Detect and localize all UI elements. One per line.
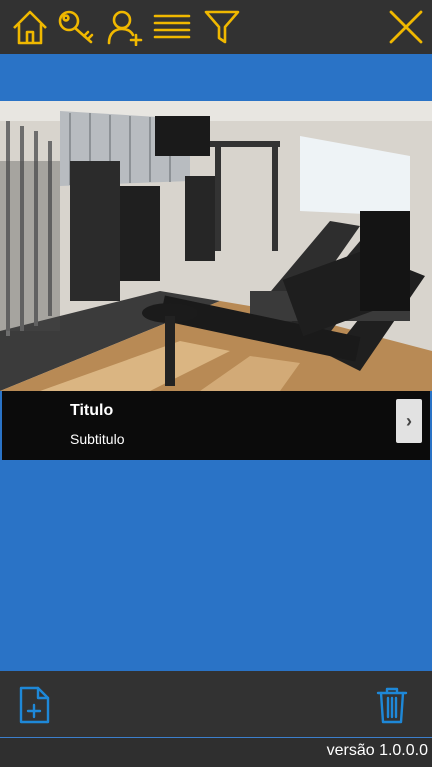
chevron-right-icon[interactable]: ›: [396, 399, 422, 443]
item-card[interactable]: Titulo Subtitulo ›: [0, 101, 432, 460]
card-caption: Titulo Subtitulo ›: [2, 391, 430, 460]
key-icon[interactable]: [57, 8, 95, 46]
card-title: Titulo: [70, 402, 114, 419]
home-icon[interactable]: [11, 8, 49, 46]
add-user-icon[interactable]: [106, 8, 144, 46]
content-area: Titulo Subtitulo ›: [0, 54, 432, 671]
footer: versão 1.0.0.0: [0, 738, 432, 767]
card-subtitle: Subtitulo: [70, 431, 125, 447]
gym-photo: [0, 101, 432, 391]
version-label: versão 1.0.0.0: [326, 742, 428, 759]
top-toolbar: [0, 0, 432, 54]
trash-icon[interactable]: [372, 685, 412, 725]
new-document-icon[interactable]: [14, 685, 54, 725]
filter-icon[interactable]: [203, 8, 241, 46]
list-icon[interactable]: [153, 8, 191, 46]
bottom-toolbar: [0, 671, 432, 737]
close-icon[interactable]: [387, 8, 425, 46]
